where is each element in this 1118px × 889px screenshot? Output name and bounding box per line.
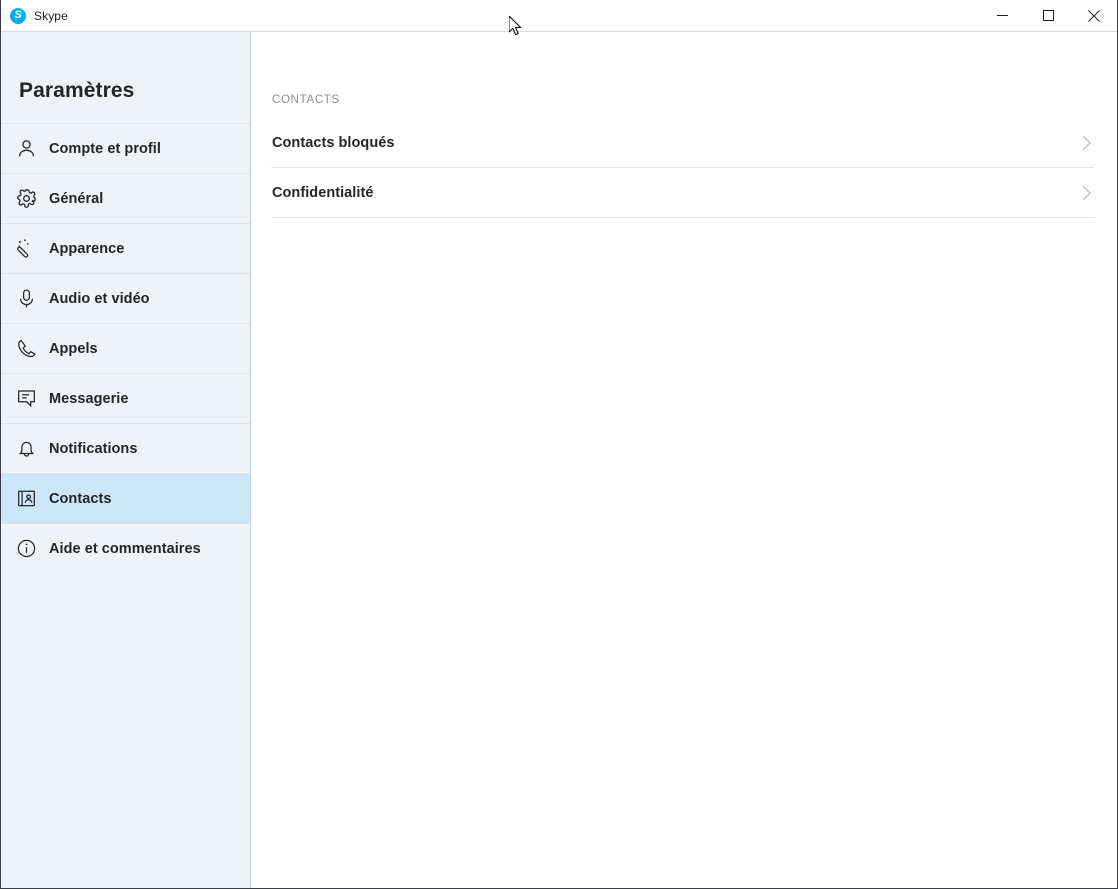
- settings-row-list: Contacts bloqués Confidentialité: [271, 118, 1094, 218]
- setting-row-label: Contacts bloqués: [272, 134, 395, 151]
- skype-settings-window: S Skype Paramètres Compte et profil Géné…: [0, 0, 1118, 889]
- magic-wand-icon: [15, 238, 37, 260]
- sidebar-item-label: Aide et commentaires: [49, 540, 201, 557]
- sidebar-item-notifications[interactable]: Notifications: [1, 423, 250, 473]
- setting-row-contacts-bloques[interactable]: Contacts bloqués: [271, 118, 1094, 168]
- sidebar-item-appels[interactable]: Appels: [1, 323, 250, 373]
- section-title: CONTACTS: [272, 94, 340, 106]
- setting-row-label: Confidentialité: [272, 184, 374, 201]
- sidebar-item-audio-et-video[interactable]: Audio et vidéo: [1, 273, 250, 323]
- settings-nav-list: Compte et profil Général Apparence Audio…: [1, 123, 250, 573]
- chevron-right-icon: [1080, 182, 1094, 204]
- sidebar-item-label: Général: [49, 190, 104, 207]
- sidebar-item-contacts[interactable]: Contacts: [1, 473, 250, 523]
- window-controls: [979, 0, 1117, 31]
- chat-bubble-icon: [15, 388, 37, 410]
- sidebar-item-label: Compte et profil: [49, 140, 161, 157]
- maximize-button[interactable]: [1025, 0, 1071, 31]
- settings-sidebar: Paramètres Compte et profil Général Appa…: [1, 32, 251, 888]
- gear-icon: [15, 188, 37, 210]
- bell-icon: [15, 438, 37, 460]
- setting-row-confidentialite[interactable]: Confidentialité: [271, 168, 1094, 218]
- sidebar-item-aide-et-commentaires[interactable]: Aide et commentaires: [1, 523, 250, 573]
- page-title: Paramètres: [19, 79, 135, 102]
- info-circle-icon: [15, 538, 37, 560]
- sidebar-item-label: Notifications: [49, 440, 138, 457]
- title-bar: S Skype: [1, 0, 1117, 31]
- sidebar-item-label: Audio et vidéo: [49, 290, 150, 307]
- sidebar-item-label: Apparence: [49, 240, 125, 257]
- title-bar-left: S Skype: [1, 7, 68, 24]
- skype-logo-icon: S: [10, 7, 26, 24]
- sidebar-item-label: Appels: [49, 340, 98, 357]
- phone-icon: [15, 338, 37, 360]
- contact-card-icon: [15, 488, 37, 510]
- person-icon: [15, 138, 37, 160]
- skype-logo-letter: S: [14, 9, 22, 21]
- sidebar-item-label: Contacts: [49, 490, 112, 507]
- sidebar-item-label: Messagerie: [49, 390, 129, 407]
- minimize-icon: [996, 15, 1008, 16]
- app-title: Skype: [34, 8, 68, 23]
- chevron-right-icon: [1080, 132, 1094, 154]
- window-body: Paramètres Compte et profil Général Appa…: [1, 31, 1117, 888]
- minimize-button[interactable]: [979, 0, 1025, 31]
- sidebar-item-apparence[interactable]: Apparence: [1, 223, 250, 273]
- settings-content-panel: CONTACTS Contacts bloqués Confidentialit…: [251, 32, 1117, 888]
- close-button[interactable]: [1071, 0, 1117, 31]
- sidebar-item-messagerie[interactable]: Messagerie: [1, 373, 250, 423]
- maximize-icon: [1042, 10, 1054, 21]
- microphone-icon: [15, 288, 37, 310]
- close-icon: [1088, 9, 1100, 22]
- sidebar-item-general[interactable]: Général: [1, 173, 250, 223]
- sidebar-item-compte-et-profil[interactable]: Compte et profil: [1, 123, 250, 173]
